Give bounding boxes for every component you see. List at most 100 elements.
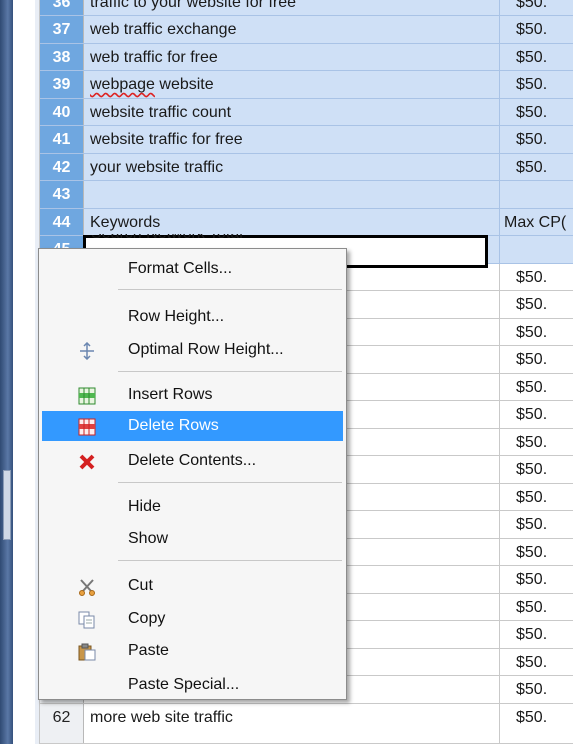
max-cpc-cell[interactable]: $50. xyxy=(500,401,573,428)
max-cpc-cell[interactable]: $50. xyxy=(500,621,573,648)
max-cpc-cell[interactable]: $50. xyxy=(500,676,573,703)
table-row[interactable]: 44 Keywords Max CP( xyxy=(40,208,573,236)
row-header[interactable]: 36 xyxy=(40,0,84,15)
keyword-cell[interactable]: website traffic count xyxy=(84,98,500,125)
row-header[interactable]: 37 xyxy=(40,16,84,43)
optimal-row-height-icon xyxy=(78,341,96,361)
row-header[interactable]: 38 xyxy=(40,43,84,70)
menu-item-label: Delete Rows xyxy=(128,417,219,434)
max-cpc-text: $50. xyxy=(516,21,548,38)
menu-item-format-cells[interactable]: Format Cells... xyxy=(42,254,343,284)
max-cpc-cell[interactable]: $50. xyxy=(500,16,573,43)
max-cpc-text: $50. xyxy=(516,0,548,11)
row-header[interactable]: 43 xyxy=(40,181,84,208)
menu-item-label: Show xyxy=(128,530,169,547)
keyword-cell[interactable]: traffic to your website for free xyxy=(84,0,500,15)
keyword-cell[interactable]: your website traffic xyxy=(84,153,500,180)
menu-item-label: Paste Special... xyxy=(128,676,240,693)
max-cpc-cell[interactable]: Max CP( xyxy=(500,209,573,236)
keyword-cell[interactable]: web traffic exchange xyxy=(84,16,500,43)
max-cpc-cell[interactable]: $50. xyxy=(500,566,573,593)
max-cpc-text: $50. xyxy=(516,681,548,698)
table-row[interactable]: 39 webpage website $50. xyxy=(40,71,573,99)
table-row[interactable]: 36 traffic to your website for free $50. xyxy=(40,0,573,16)
table-row[interactable]: 41 website traffic for free $50. xyxy=(40,126,573,154)
keyword-cell[interactable]: web traffic for free xyxy=(84,43,500,70)
max-cpc-text: $50. xyxy=(516,516,548,533)
max-cpc-cell[interactable]: $50. xyxy=(500,456,573,483)
max-cpc-cell[interactable]: $50. xyxy=(500,71,573,98)
table-row[interactable]: 38 web traffic for free $50. xyxy=(40,43,573,71)
menu-item-paste[interactable]: Paste xyxy=(42,636,343,666)
delete-contents-icon xyxy=(78,452,96,470)
row-header[interactable]: 62 xyxy=(40,704,84,743)
menu-item-delete-contents[interactable]: Delete Contents... xyxy=(42,446,343,476)
max-cpc-cell[interactable] xyxy=(500,181,573,208)
max-cpc-cell[interactable]: $50. xyxy=(500,126,573,153)
row-header[interactable]: 44 xyxy=(40,208,84,235)
keyword-text: more web site traffic xyxy=(90,709,233,726)
table-row[interactable]: 62 more web site traffic $50. xyxy=(40,704,573,744)
row-header[interactable]: 41 xyxy=(40,126,84,153)
max-cpc-cell[interactable]: $50. xyxy=(500,154,573,181)
table-row[interactable]: 43 xyxy=(40,181,573,209)
keyword-text: Keywords xyxy=(90,213,161,231)
menu-item-show[interactable]: Show xyxy=(42,524,343,554)
max-cpc-cell[interactable]: $50. xyxy=(500,594,573,621)
max-cpc-text: $50. xyxy=(516,48,548,66)
max-cpc-cell[interactable]: $50. xyxy=(500,374,573,401)
menu-item-copy[interactable]: Copy xyxy=(42,604,343,634)
menu-item-label: Paste xyxy=(128,642,169,659)
row-header[interactable]: 39 xyxy=(40,71,84,98)
max-cpc-cell[interactable]: $50. xyxy=(500,291,573,318)
delete-rows-icon xyxy=(78,417,96,436)
table-row[interactable]: 40 website traffic count $50. xyxy=(40,98,573,126)
scrollbar-thumb[interactable] xyxy=(3,470,11,540)
keyword-text: webpage website xyxy=(90,76,214,93)
keyword-cell[interactable]: website traffic for free xyxy=(84,126,500,153)
max-cpc-cell[interactable]: $50. xyxy=(500,0,573,15)
max-cpc-cell[interactable] xyxy=(500,236,573,263)
max-cpc-text: $50. xyxy=(516,626,548,643)
max-cpc-cell[interactable]: $50. xyxy=(500,346,573,373)
keyword-cell[interactable]: webpage website xyxy=(84,71,500,98)
scissors-icon xyxy=(78,577,96,596)
menu-item-optimal-row-height[interactable]: Optimal Row Height... xyxy=(42,335,343,365)
max-cpc-cell[interactable]: $50. xyxy=(500,704,573,743)
menu-item-label: Optimal Row Height... xyxy=(128,341,284,358)
max-cpc-cell[interactable]: $50. xyxy=(500,649,573,676)
max-cpc-cell[interactable]: $50. xyxy=(500,319,573,346)
keyword-text: website traffic for free xyxy=(90,131,243,148)
max-cpc-text: $50. xyxy=(516,461,548,478)
menu-item-paste-special[interactable]: Paste Special... xyxy=(42,670,343,700)
menu-item-delete-rows[interactable]: Delete Rows xyxy=(42,411,343,441)
max-cpc-cell[interactable]: $50. xyxy=(500,44,573,71)
max-cpc-text: $50. xyxy=(516,158,548,176)
keyword-cell[interactable] xyxy=(84,181,500,208)
keyword-cell[interactable]: more web site traffic xyxy=(84,704,500,743)
keyword-text: your website traffic xyxy=(90,158,224,176)
menu-item-cut[interactable]: Cut xyxy=(42,571,343,601)
table-row[interactable]: 37 web traffic exchange $50. xyxy=(40,16,573,44)
max-cpc-text: Max CP( xyxy=(504,213,567,231)
max-cpc-cell[interactable]: $50. xyxy=(500,99,573,126)
table-row[interactable]: 42 your website traffic $50. xyxy=(40,153,573,181)
max-cpc-cell[interactable]: $50. xyxy=(500,264,573,291)
max-cpc-cell[interactable]: $50. xyxy=(500,429,573,456)
row-header[interactable]: 40 xyxy=(40,98,84,125)
menu-item-insert-rows[interactable]: Insert Rows xyxy=(42,380,343,410)
menu-item-label: Copy xyxy=(128,610,166,627)
max-cpc-text: $50. xyxy=(516,378,548,396)
max-cpc-cell[interactable]: $50. xyxy=(500,539,573,566)
menu-separator xyxy=(118,482,342,483)
max-cpc-cell[interactable]: $50. xyxy=(500,511,573,538)
keyword-cell[interactable]: Keywords xyxy=(84,208,500,235)
menu-item-label: Insert Rows xyxy=(128,386,213,403)
row-header[interactable]: 42 xyxy=(40,153,84,180)
max-cpc-cell[interactable]: $50. xyxy=(500,484,573,511)
max-cpc-text: $50. xyxy=(516,406,548,423)
menu-item-row-height[interactable]: Row Height... xyxy=(42,302,343,332)
menu-separator xyxy=(118,289,342,290)
menu-item-hide[interactable]: Hide xyxy=(42,492,343,522)
max-cpc-text: $50. xyxy=(516,351,548,368)
